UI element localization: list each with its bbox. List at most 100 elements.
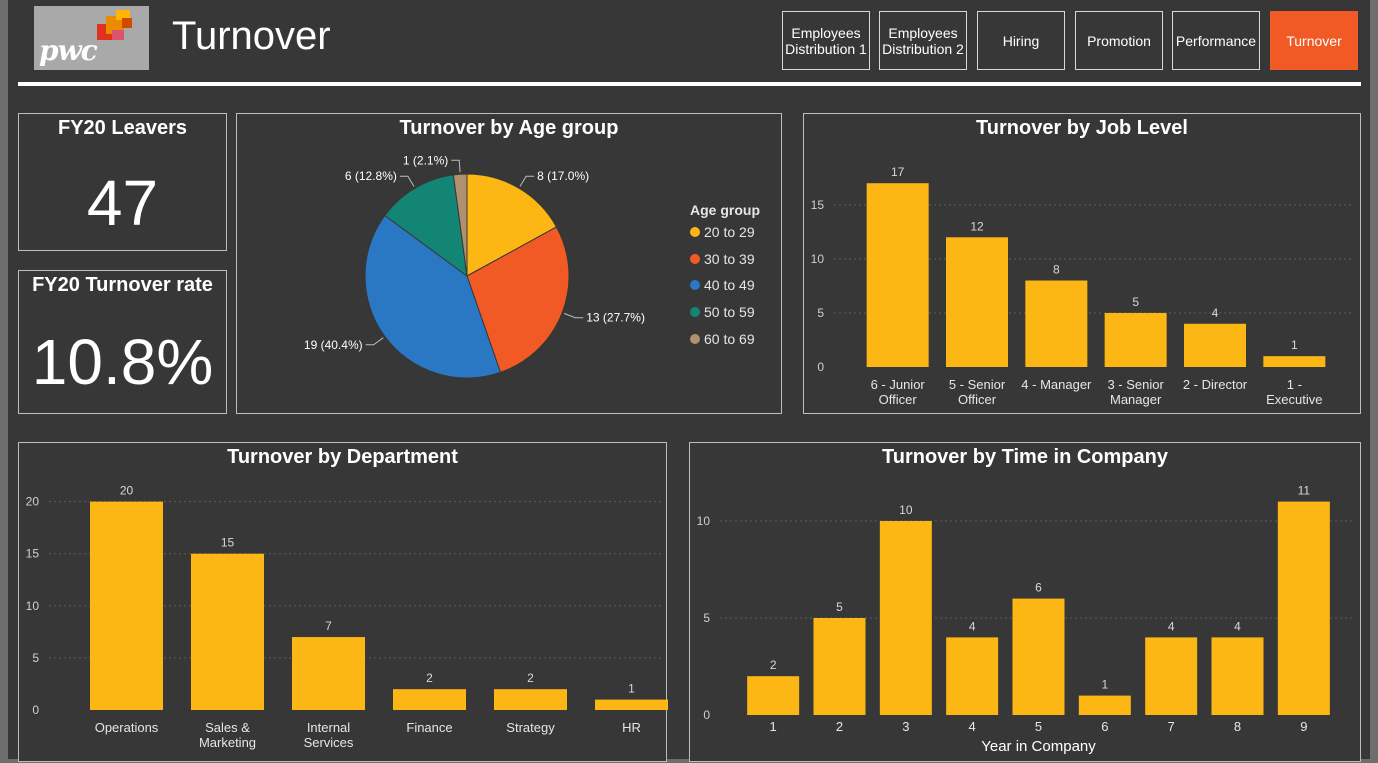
x-tick-label: 3 [902,719,909,734]
bar[interactable] [866,183,929,367]
legend-label: 20 to 29 [704,224,755,240]
legend-swatch [690,227,700,237]
bar[interactable] [946,237,1008,367]
bar-value-label: 2 [426,671,433,685]
legend-swatch [690,333,700,344]
bar-value-label: 5 [1132,295,1139,309]
pie-data-label: 19 (40.4%) [304,338,363,352]
bar-value-label: 2 [527,671,534,685]
bar[interactable] [1145,637,1198,715]
bar[interactable] [1078,695,1131,715]
legend-item[interactable]: 30 to 39 [690,251,755,267]
bar-value-label: 17 [891,165,905,179]
bar-value-label: 4 [1168,619,1175,633]
nav-employees-distribution-2-button[interactable]: Employees Distribution 2 [879,11,967,70]
legend-item[interactable]: 60 to 69 [690,331,755,347]
kpi-rate-card: FY20 Turnover rate 10.8% [18,270,227,414]
pwc-logo: pwc [34,6,149,70]
y-tick-label: 20 [26,495,40,509]
bar[interactable] [879,520,932,715]
kpi-rate-title: FY20 Turnover rate [32,274,213,296]
x-tick-label: 8 [1234,719,1241,734]
x-tick-label: 1 [770,719,777,734]
legend-item[interactable]: 20 to 29 [690,224,755,240]
pie-data-label: 6 (12.8%) [345,169,397,183]
bar[interactable] [1211,637,1264,715]
nav-label-line2: Distribution 1 [785,40,867,57]
nav-hiring-button[interactable]: Hiring [977,11,1065,70]
bar-value-label: 4 [1234,619,1241,633]
bar[interactable] [1104,312,1167,367]
bar-value-label: 4 [1212,306,1219,320]
bar-value-label: 10 [899,503,913,517]
bar[interactable] [595,699,668,710]
bar-value-label: 1 [1291,338,1298,352]
x-tick-label: 7 [1168,719,1175,734]
bar[interactable] [494,689,567,710]
bar[interactable] [1184,323,1246,367]
y-tick-label: 5 [32,651,39,665]
y-tick-label: 5 [703,611,710,625]
bar[interactable] [946,637,999,715]
pie-leader-line [451,159,461,173]
x-tick-label: 5 [1035,719,1042,734]
bar-value-label: 7 [325,619,332,633]
legend-label: 30 to 39 [704,250,755,267]
legend-item[interactable]: 50 to 59 [690,304,755,320]
logo-wordmark: pwc [39,34,98,67]
x-axis-label: Year in Company [981,738,1096,755]
x-tick-label: 2 [836,719,843,734]
y-tick-label: 15 [811,198,825,212]
header-divider [18,82,1361,86]
kpi-leavers-title: FY20 Leavers [58,117,187,139]
bar-value-label: 1 [1101,678,1108,692]
y-tick-label: 15 [26,547,40,561]
legend-swatch [690,307,700,318]
bar-value-label: 2 [770,658,777,672]
y-tick-label: 5 [817,306,824,320]
x-tick-label: Strategy [506,720,555,735]
legend-label: 40 to 49 [704,277,755,294]
nav-performance-button[interactable]: Performance [1172,11,1260,70]
bar-value-label: 15 [221,536,235,550]
bar[interactable] [1263,356,1326,367]
bar-value-label: 11 [1298,484,1311,498]
x-tick-label: Internal Services [304,720,354,750]
bar[interactable] [747,676,800,715]
bar[interactable] [191,553,264,710]
pie-leader-line [563,312,584,319]
legend-label: 60 to 69 [704,330,755,347]
x-tick-label: Sales & Marketing [199,720,256,750]
nav-turnover-button[interactable]: Turnover [1270,11,1358,70]
bar[interactable] [813,617,866,715]
nav-employees-distribution-1-button[interactable]: Employees Distribution 1 [782,11,870,70]
bar[interactable] [1025,280,1088,367]
bar[interactable] [393,689,466,710]
time-in-company-panel: Turnover by Time in Company 0 5 10 2 1 5 2 10 3 4… [689,442,1361,762]
bar[interactable] [90,501,163,710]
pie-data-label: 1 (2.1%) [403,153,448,167]
bar-value-label: 8 [1053,263,1060,277]
x-tick-label: 3 - Senior Manager [1107,377,1164,407]
y-tick-label: 0 [32,703,39,717]
x-tick-label: 6 [1101,719,1108,734]
bar[interactable] [1012,598,1065,715]
nav-promotion-button[interactable]: Promotion [1075,11,1163,70]
nav-label-line2: Distribution 2 [882,40,964,57]
pie-data-label: 13 (27.7%) [586,311,645,325]
x-tick-label: 4 [969,719,976,734]
x-tick-label: 6 - Junior Officer [871,377,926,407]
bar-value-label: 1 [628,682,635,696]
bar[interactable] [292,637,365,710]
pie-leader-line [365,337,384,346]
x-tick-label: Operations [95,720,159,735]
bar[interactable] [1277,501,1330,715]
legend-item[interactable]: 40 to 49 [690,277,755,293]
x-tick-label: HR [622,720,641,735]
department-panel: Turnover by Department 0 5 10 15 20 20 Operati… [18,442,668,762]
job-level-bar-chart: 051015176 - Junior Officer125 - Senior Off… [811,165,1354,407]
y-tick-label: 10 [811,252,825,266]
y-tick-label: 0 [817,360,824,374]
bar-value-label: 4 [969,619,976,633]
nav-label: Hiring [1002,32,1040,49]
